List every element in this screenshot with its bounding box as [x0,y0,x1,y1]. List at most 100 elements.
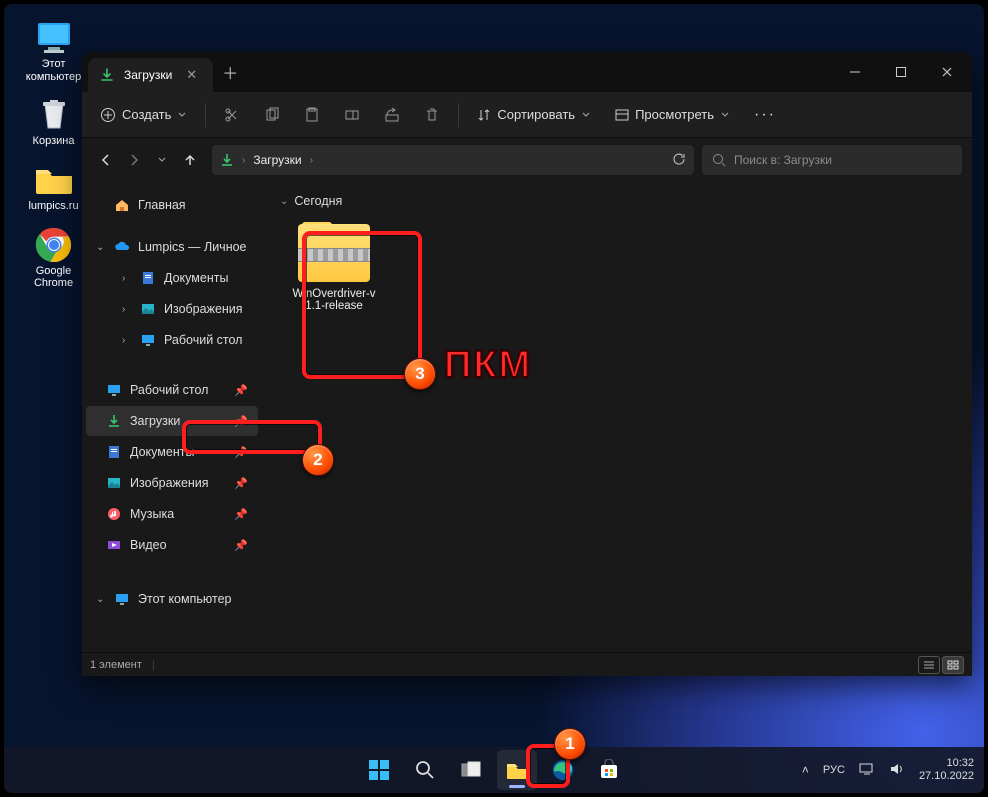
chevron-down-icon[interactable]: ⌄ [96,594,106,605]
close-tab-icon[interactable]: ✕ [182,67,201,83]
search-icon [712,153,726,167]
tiles-view-button[interactable] [942,656,964,674]
view-button[interactable]: Просмотреть [605,99,740,131]
chevron-right-icon[interactable]: › [122,304,132,315]
chevron-down-icon[interactable]: ⌄ [96,242,106,253]
sidebar-quick-pictures[interactable]: Изображения 📌 [86,468,258,498]
sidebar-quick-downloads[interactable]: Загрузки 📌 [86,406,258,436]
nav-history-button[interactable] [148,146,176,174]
start-button[interactable] [359,750,399,790]
search-box[interactable]: Поиск в: Загрузки [702,145,962,175]
download-icon [220,153,234,167]
group-header-today[interactable]: ⌄ Сегодня [280,194,954,208]
desktop-icon [106,382,122,398]
chevron-right-icon[interactable]: › [122,335,132,346]
new-button[interactable]: Создать [90,99,197,131]
tab-title: Загрузки [124,68,172,82]
desktop-icon-this-pc[interactable]: Этот компьютер [16,16,91,87]
document-icon [140,270,156,286]
sort-button-label: Сортировать [497,107,575,122]
sidebar-label: Этот компьютер [138,592,231,606]
taskbar-file-explorer[interactable] [497,750,537,790]
window-tab-downloads[interactable]: Загрузки ✕ [88,58,213,92]
maximize-button[interactable] [878,52,924,92]
sidebar-quick-music[interactable]: Музыка 📌 [86,499,258,529]
sort-button[interactable]: Сортировать [467,99,601,131]
more-button[interactable]: ··· [744,99,786,131]
sidebar-item-documents[interactable]: › Документы [86,263,258,293]
sidebar-label: Рабочий стол [130,383,208,397]
sidebar-item-home[interactable]: Главная [86,190,258,220]
new-button-label: Создать [122,107,171,122]
cut-button[interactable] [214,99,250,131]
desktop-icon-chrome[interactable]: Google Chrome [16,223,91,294]
group-label: Сегодня [294,194,342,208]
desktop-icon-folder-lumpics[interactable]: lumpics.ru [16,158,91,217]
desktop-icon-recycle-bin[interactable]: Корзина [16,93,91,152]
share-button[interactable] [374,99,410,131]
sidebar-quick-videos[interactable]: Видео 📌 [86,530,258,560]
close-window-button[interactable] [924,52,970,92]
chevron-right-icon[interactable]: › [122,273,132,284]
details-view-button[interactable] [918,656,940,674]
sidebar-label: Документы [130,445,194,459]
sidebar-item-this-pc[interactable]: ⌄ Этот компьютер [86,584,258,614]
nav-up-button[interactable] [176,146,204,174]
sidebar-label: Музыка [130,507,174,521]
music-icon [106,506,122,522]
address-bar[interactable]: › Загрузки › [212,145,694,175]
pin-icon: 📌 [234,477,248,490]
taskbar-search-button[interactable] [405,750,445,790]
sidebar-item-desktop[interactable]: › Рабочий стол [86,325,258,355]
chevron-down-icon [581,110,591,120]
titlebar[interactable]: Загрузки ✕ ＋ [82,52,972,92]
chrome-icon [34,227,74,263]
sidebar-item-onedrive[interactable]: ⌄ Lumpics — Личное [86,232,258,262]
document-icon [106,444,122,460]
sidebar-item-pictures[interactable]: › Изображения [86,294,258,324]
tray-chevron-up-icon[interactable]: ˄ [802,763,809,777]
breadcrumb-segment[interactable]: Загрузки [253,153,301,167]
pin-icon: 📌 [234,539,248,552]
command-bar: Создать Сортировать Просмотреть ··· [82,92,972,138]
search-placeholder: Поиск в: Загрузки [734,153,832,167]
refresh-button[interactable] [672,152,686,169]
sidebar-quick-desktop[interactable]: Рабочий стол 📌 [86,375,258,405]
paste-button[interactable] [294,99,330,131]
sidebar-quick-documents[interactable]: Документы 📌 [86,437,258,467]
sidebar-label: Документы [164,271,228,285]
annotation-pkm-label: ПКМ [444,344,532,387]
monitor-icon [34,20,74,56]
sidebar-label: Видео [130,538,167,552]
taskbar-store[interactable] [589,750,629,790]
content-pane[interactable]: ⌄ Сегодня WinOverdriver-v 1.1-release [262,182,972,652]
tray-language[interactable]: РУС [823,764,845,776]
new-tab-button[interactable]: ＋ [213,60,247,84]
zip-folder-icon [298,224,370,282]
task-view-icon [460,759,482,781]
cloud-icon [114,239,130,255]
nav-back-button[interactable] [92,146,120,174]
task-view-button[interactable] [451,750,491,790]
copy-button[interactable] [254,99,290,131]
nav-forward-button[interactable] [120,146,148,174]
file-item-zip[interactable]: WinOverdriver-v 1.1-release [284,218,384,312]
download-icon [100,68,114,82]
scissors-icon [224,107,240,123]
sidebar-label: Изображения [164,302,243,316]
layout-icon [615,108,629,122]
minimize-button[interactable] [832,52,878,92]
tray-clock[interactable]: 10:32 27.10.2022 [919,757,974,782]
edge-icon [552,759,574,781]
sidebar-label: Изображения [130,476,209,490]
delete-button[interactable] [414,99,450,131]
rename-icon [344,107,360,123]
desktop-icon-label: Google Chrome [34,265,73,290]
tray-volume-icon[interactable] [889,762,905,779]
desktop-icon-label: Корзина [33,135,75,148]
step-badge-2: 2 [302,444,334,476]
tray-network-icon[interactable] [859,762,875,779]
rename-button[interactable] [334,99,370,131]
recycle-bin-icon [34,97,74,133]
chevron-right-icon: › [242,155,245,166]
